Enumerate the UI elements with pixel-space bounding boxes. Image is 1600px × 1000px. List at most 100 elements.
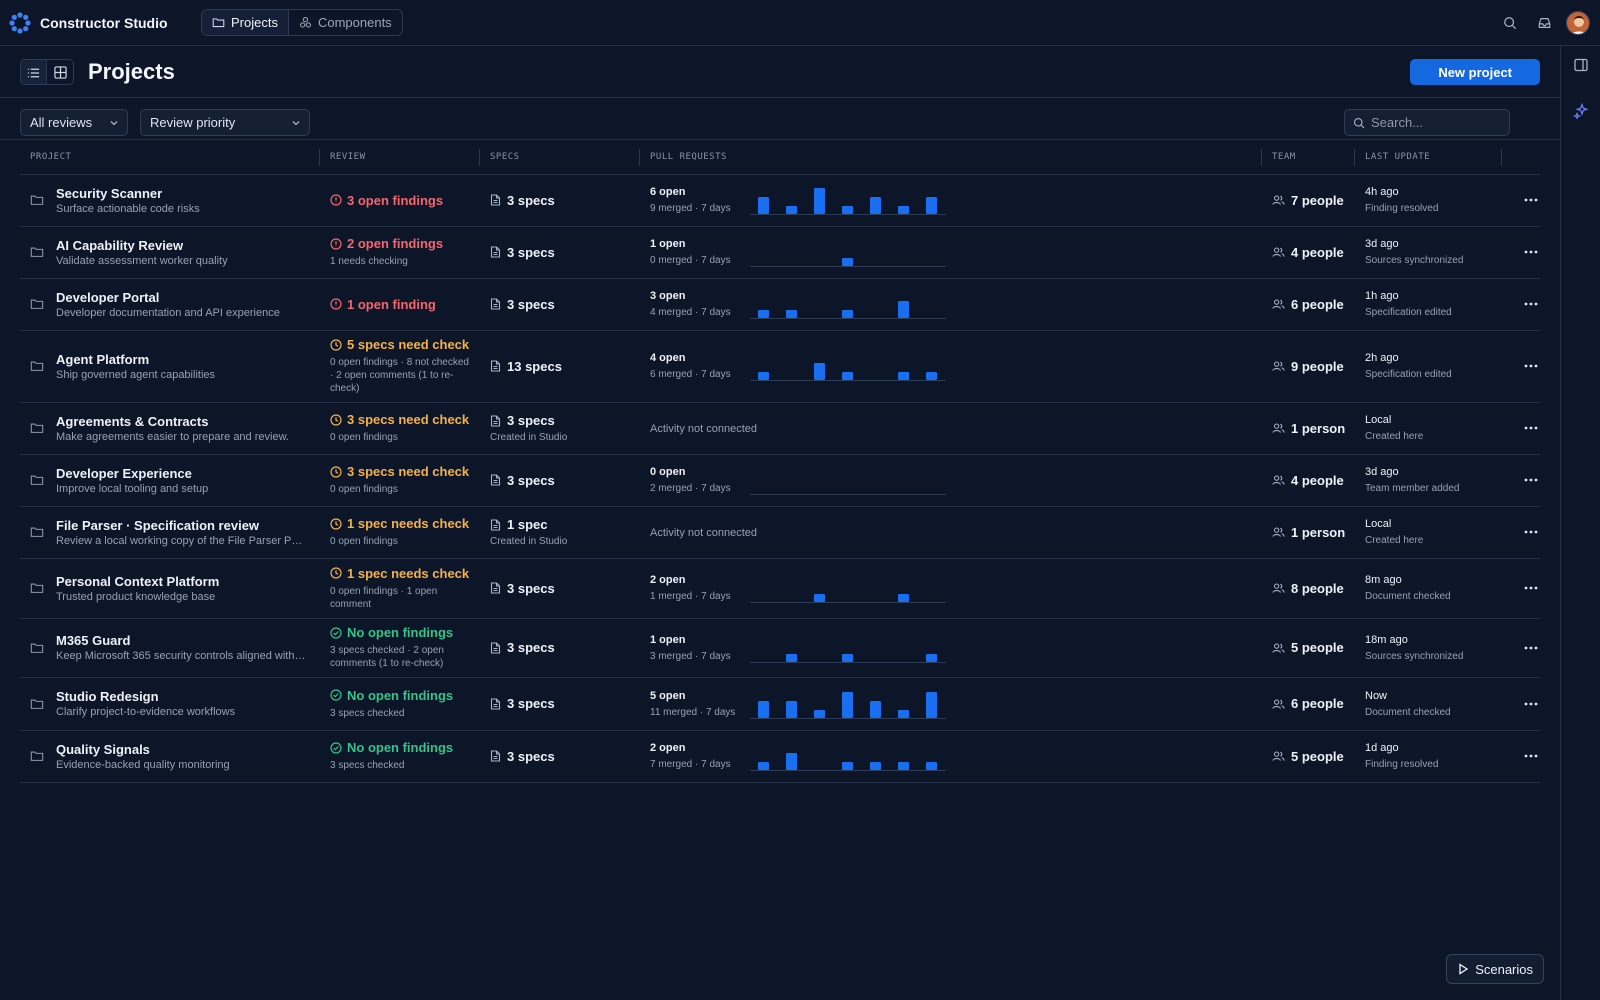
team-size[interactable]: 7 people <box>1272 193 1355 208</box>
table-row[interactable]: Developer Portal Developer documentation … <box>20 278 1540 331</box>
specs-count[interactable]: 3 specs <box>490 473 640 488</box>
project-name[interactable]: Studio Redesign <box>56 689 235 704</box>
team-cell: 6 people <box>1262 677 1355 731</box>
review-status[interactable]: 1 spec needs check <box>330 516 480 531</box>
column-header-review[interactable]: REVIEW <box>320 141 480 175</box>
review-filter-select[interactable]: All reviews <box>20 109 128 136</box>
sparkle-icon[interactable] <box>1573 103 1589 119</box>
project-name[interactable]: Agent Platform <box>56 352 215 367</box>
column-header-specs[interactable]: SPECS <box>480 141 640 175</box>
table-row[interactable]: Personal Context Platform Trusted product… <box>20 558 1540 619</box>
list-view-button[interactable] <box>21 59 47 84</box>
review-status[interactable]: 5 specs need check <box>330 337 480 352</box>
review-status[interactable]: 1 open finding <box>330 297 480 312</box>
more-options-button[interactable] <box>1522 357 1540 375</box>
column-header-pull-requests[interactable]: PULL REQUESTS <box>640 141 1262 175</box>
team-size[interactable]: 1 person <box>1272 525 1355 540</box>
specs-count[interactable]: 3 specs <box>490 749 640 764</box>
grid-view-button[interactable] <box>47 60 73 84</box>
specs-count[interactable]: 3 specs <box>490 297 640 312</box>
constructor-logo-icon <box>9 11 31 34</box>
review-status[interactable]: 2 open findings <box>330 236 480 251</box>
actions-cell <box>1502 454 1540 507</box>
brand[interactable]: Constructor Studio <box>8 11 193 35</box>
column-header-team[interactable]: TEAM <box>1262 141 1355 175</box>
specs-count[interactable]: 3 specs <box>490 696 640 711</box>
column-header-project[interactable]: PROJECT <box>20 141 320 175</box>
column-header-last-update[interactable]: LAST UPDATE <box>1355 141 1502 175</box>
avatar[interactable] <box>1566 11 1590 35</box>
specs-count[interactable]: 3 specs <box>490 193 640 208</box>
team-size[interactable]: 8 people <box>1272 581 1355 596</box>
project-name[interactable]: Developer Portal <box>56 290 280 305</box>
more-options-button[interactable] <box>1522 695 1540 713</box>
new-project-button[interactable]: New project <box>1410 59 1540 85</box>
pull-requests-cell: 4 open 6 merged · 7 days <box>640 330 1262 403</box>
project-name[interactable]: Quality Signals <box>56 742 230 757</box>
inbox-icon[interactable] <box>1534 13 1554 33</box>
project-cell: Security Scanner Surface actionable code … <box>20 174 320 227</box>
pr-activity-bar <box>842 762 853 770</box>
review-status[interactable]: 1 spec needs check <box>330 566 480 581</box>
tab-components[interactable]: Components <box>289 10 402 35</box>
project-name[interactable]: M365 Guard <box>56 633 306 648</box>
more-options-button[interactable] <box>1522 419 1540 437</box>
specs-count[interactable]: 1 spec <box>490 517 640 532</box>
team-size[interactable]: 5 people <box>1272 749 1355 764</box>
project-name[interactable]: Developer Experience <box>56 466 208 481</box>
review-status[interactable]: No open findings <box>330 740 480 755</box>
more-options-button[interactable] <box>1522 579 1540 597</box>
more-options-button[interactable] <box>1522 295 1540 313</box>
project-name[interactable]: AI Capability Review <box>56 238 228 253</box>
table-row[interactable]: Quality Signals Evidence-backed quality m… <box>20 730 1540 783</box>
tab-projects[interactable]: Projects <box>202 10 289 35</box>
panel-toggle-icon[interactable] <box>1573 57 1589 73</box>
specs-cell: 1 spec Created in Studio <box>480 506 640 559</box>
table-row[interactable]: Studio Redesign Clarify project-to-eviden… <box>20 677 1540 731</box>
table-row[interactable]: Security Scanner Surface actionable code … <box>20 174 1540 227</box>
more-options-button[interactable] <box>1522 471 1540 489</box>
review-status[interactable]: No open findings <box>330 625 480 640</box>
team-size[interactable]: 5 people <box>1272 640 1355 655</box>
more-options-button[interactable] <box>1522 639 1540 657</box>
table-row[interactable]: File Parser · Specification review Review… <box>20 506 1540 559</box>
specs-count[interactable]: 3 specs <box>490 581 640 596</box>
team-size[interactable]: 9 people <box>1272 359 1355 374</box>
table-row[interactable]: AI Capability Review Validate assessment … <box>20 226 1540 279</box>
review-status[interactable]: No open findings <box>330 688 480 703</box>
last-update-cell: 1d ago Finding resolved <box>1355 730 1502 783</box>
specs-count[interactable]: 3 specs <box>490 413 640 428</box>
search-input[interactable] <box>1371 115 1501 130</box>
project-name[interactable]: Agreements & Contracts <box>56 414 289 429</box>
scenarios-button[interactable]: Scenarios <box>1446 954 1544 984</box>
review-status[interactable]: 3 specs need check <box>330 464 480 479</box>
table-row[interactable]: M365 Guard Keep Microsoft 365 security co… <box>20 618 1540 678</box>
more-options-button[interactable] <box>1522 523 1540 541</box>
table-row[interactable]: Developer Experience Improve local toolin… <box>20 454 1540 507</box>
team-size[interactable]: 4 people <box>1272 245 1355 260</box>
more-options-button[interactable] <box>1522 243 1540 261</box>
sort-select[interactable]: Review priority <box>140 109 310 136</box>
table-row[interactable]: Agreements & Contracts Make agreements ea… <box>20 402 1540 455</box>
more-options-button[interactable] <box>1522 747 1540 765</box>
search-icon[interactable] <box>1500 13 1520 33</box>
project-name[interactable]: File Parser · Specification review <box>56 518 306 533</box>
pr-activity-bar <box>870 700 881 718</box>
team-size[interactable]: 4 people <box>1272 473 1355 488</box>
alert-circle-icon <box>330 298 342 310</box>
specs-count[interactable]: 13 specs <box>490 359 640 374</box>
project-name[interactable]: Security Scanner <box>56 186 200 201</box>
team-size[interactable]: 6 people <box>1272 297 1355 312</box>
project-cell: File Parser · Specification review Review… <box>20 506 320 559</box>
team-size[interactable]: 1 person <box>1272 421 1355 436</box>
review-status[interactable]: 3 specs need check <box>330 412 480 427</box>
clock-icon <box>330 517 342 530</box>
review-status[interactable]: 3 open findings <box>330 193 480 208</box>
specs-count[interactable]: 3 specs <box>490 640 640 655</box>
more-options-button[interactable] <box>1522 191 1540 209</box>
project-name[interactable]: Personal Context Platform <box>56 574 219 589</box>
table-row[interactable]: Agent Platform Ship governed agent capabi… <box>20 330 1540 403</box>
review-details: 0 open findings <box>330 484 398 495</box>
team-size[interactable]: 6 people <box>1272 696 1355 711</box>
specs-count[interactable]: 3 specs <box>490 245 640 260</box>
